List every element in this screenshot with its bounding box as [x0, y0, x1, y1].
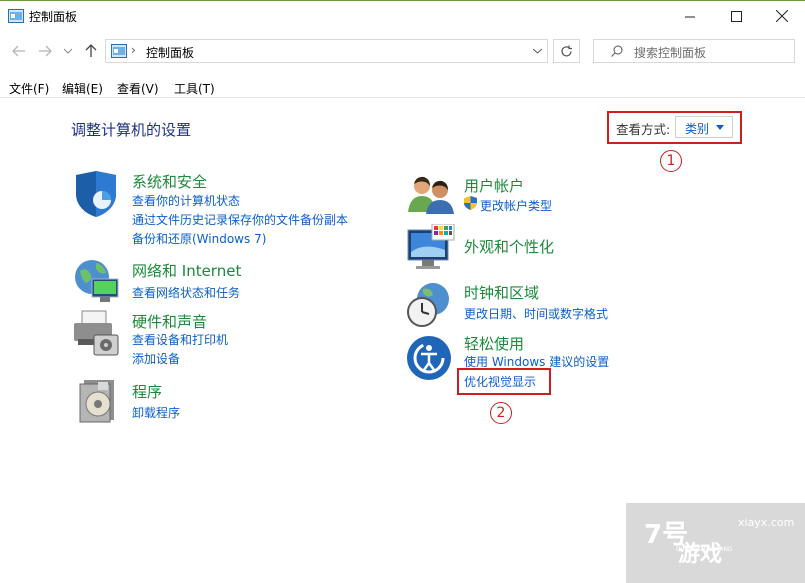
address-path[interactable]: 控制面板: [146, 44, 194, 61]
up-arrow-icon: [85, 44, 97, 57]
link-view-computer-status[interactable]: 查看你的计算机状态: [132, 192, 240, 209]
menu-divider: [0, 97, 805, 98]
recent-locations-button[interactable]: [57, 40, 79, 62]
maximize-button[interactable]: [713, 0, 759, 32]
category-user-accounts[interactable]: 用户帐户: [464, 175, 524, 196]
control-panel-icon: [8, 9, 24, 23]
chevron-right-icon[interactable]: ›: [131, 43, 136, 57]
forward-arrow-icon: [39, 45, 52, 57]
control-panel-icon: [111, 44, 127, 58]
view-by-label: 查看方式:: [616, 122, 671, 137]
annotation-box-2: [457, 368, 551, 395]
category-programs[interactable]: 程序: [132, 381, 162, 402]
category-ease-of-access[interactable]: 轻松使用: [464, 333, 524, 354]
window-title: 控制面板: [29, 10, 78, 24]
category-appearance[interactable]: 外观和个性化: [464, 236, 554, 257]
ease-of-access-icon: [407, 336, 451, 380]
dropdown-arrow-icon: [716, 125, 724, 130]
link-network-status[interactable]: 查看网络状态和任务: [132, 284, 240, 301]
menu-file[interactable]: 文件(F): [9, 80, 49, 97]
close-button[interactable]: [759, 0, 805, 32]
search-box[interactable]: 搜索控制面板: [593, 39, 795, 63]
printer-icon: [74, 310, 119, 356]
link-backup-restore[interactable]: 备份和还原(Windows 7): [132, 230, 266, 247]
menu-view[interactable]: 查看(V): [117, 80, 159, 97]
uac-shield-icon: [464, 196, 477, 210]
close-icon: [776, 10, 788, 22]
appearance-monitor-icon: [407, 224, 455, 269]
chevron-down-icon: [64, 48, 72, 54]
category-system-security[interactable]: 系统和安全: [132, 171, 207, 192]
link-devices-printers[interactable]: 查看设备和打印机: [132, 331, 228, 348]
forward-button[interactable]: [34, 40, 56, 62]
refresh-icon: [561, 45, 572, 56]
programs-disc-icon: [79, 380, 114, 423]
link-change-date-time[interactable]: 更改日期、时间或数字格式: [464, 305, 608, 322]
refresh-button[interactable]: [553, 39, 580, 63]
back-button[interactable]: [8, 40, 30, 62]
shield-icon: [76, 171, 116, 217]
menu-tools[interactable]: 工具(T): [174, 80, 215, 97]
chevron-down-icon: [532, 48, 542, 54]
category-clock-region[interactable]: 时钟和区域: [464, 282, 539, 303]
user-accounts-icon: [408, 176, 454, 214]
annotation-marker-1: 1: [660, 150, 682, 172]
page-title: 调整计算机的设置: [71, 121, 192, 139]
watermark-url: xiayx.com: [738, 516, 795, 529]
up-button[interactable]: [80, 40, 102, 62]
category-hardware-sound[interactable]: 硬件和声音: [132, 311, 207, 332]
annotation-marker-2: 2: [490, 402, 512, 424]
link-file-history[interactable]: 通过文件历史记录保存你的文件备份副本: [132, 211, 348, 228]
link-change-account-type[interactable]: 更改帐户类型: [480, 197, 552, 214]
search-placeholder: 搜索控制面板: [634, 46, 707, 60]
view-by-dropdown[interactable]: 类别: [675, 116, 733, 138]
address-dropdown-button[interactable]: [526, 39, 548, 63]
minimize-icon: [684, 16, 695, 17]
view-by-value: 类别: [685, 122, 710, 136]
search-icon: [611, 45, 623, 57]
category-network-internet[interactable]: 网络和 Internet: [132, 260, 241, 281]
maximize-icon: [730, 10, 742, 22]
address-bar[interactable]: › 控制面板: [105, 39, 548, 63]
link-add-device[interactable]: 添加设备: [132, 350, 180, 367]
network-globe-icon: [75, 260, 119, 302]
watermark-sub: QIHAOYOUXIWANG: [676, 546, 733, 553]
clock-globe-icon: [407, 283, 449, 327]
link-uninstall-program[interactable]: 卸载程序: [132, 404, 180, 421]
back-arrow-icon: [12, 45, 25, 57]
menu-edit[interactable]: 编辑(E): [62, 80, 103, 97]
minimize-button[interactable]: [667, 0, 713, 32]
